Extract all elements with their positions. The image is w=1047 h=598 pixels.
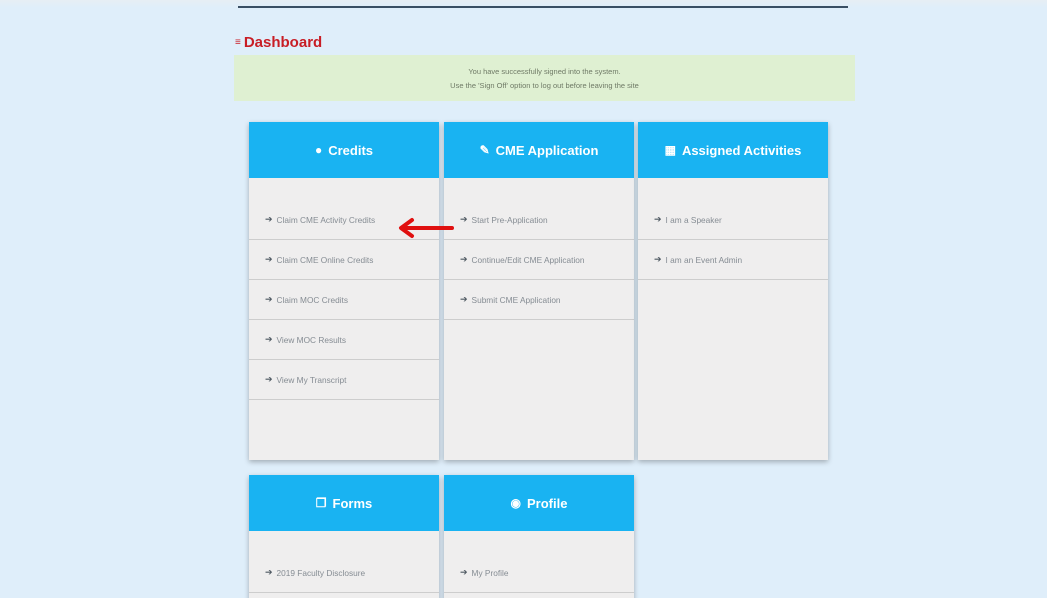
menu-item-i-am-an-event-admin[interactable]: ➔ I am an Event Admin <box>638 240 828 280</box>
menu-item-label: Start Pre-Application <box>471 214 548 225</box>
forms-card: ❐ Forms ➔ 2019 Faculty Disclosure <box>249 475 439 598</box>
credits-card: ● Credits ➔ Claim CME Activity Credits ➔… <box>249 122 439 460</box>
pencil-icon: ✎ <box>479 143 490 157</box>
callout-arrow-icon <box>399 218 454 238</box>
table-icon: ▦ <box>664 143 676 157</box>
menu-item-label: Continue/Edit CME Application <box>471 254 585 265</box>
menu-item-claim-cme-online-credits[interactable]: ➔ Claim CME Online Credits <box>249 240 439 280</box>
arrow-right-icon: ➔ <box>460 294 468 304</box>
menu-item-label: Claim MOC Credits <box>276 294 348 305</box>
arrow-right-icon: ➔ <box>265 254 273 264</box>
credits-card-title: Credits <box>328 142 374 158</box>
menu-item-2019-faculty-disclosure[interactable]: ➔ 2019 Faculty Disclosure <box>249 553 439 593</box>
cme-application-card: ✎ CME Application ➔ Start Pre-Applicatio… <box>444 122 634 460</box>
menu-item-claim-moc-credits[interactable]: ➔ Claim MOC Credits <box>249 280 439 320</box>
menu-item-label: My Profile <box>471 567 509 578</box>
assigned-activities-card: ▦ Assigned Activities ➔ I am a Speaker ➔… <box>638 122 828 460</box>
menu-item-label: I am an Event Admin <box>665 254 743 265</box>
arrow-right-icon: ➔ <box>460 214 468 224</box>
success-alert: You have successfully signed into the sy… <box>234 55 855 101</box>
top-divider <box>238 6 848 8</box>
menu-icon[interactable]: ≡ <box>235 37 241 48</box>
menu-item-label: 2019 Faculty Disclosure <box>276 567 366 578</box>
menu-item-continue-edit-cme-application[interactable]: ➔ Continue/Edit CME Application <box>444 240 634 280</box>
page-title: ≡ Dashboard <box>235 34 322 51</box>
credits-card-header: ● Credits <box>249 122 439 178</box>
menu-item-label: Claim CME Activity Credits <box>276 214 376 225</box>
arrow-right-icon: ➔ <box>265 334 273 344</box>
profile-card: ◉ Profile ➔ My Profile <box>444 475 634 598</box>
arrow-right-icon: ➔ <box>265 294 273 304</box>
menu-item-label: View My Transcript <box>276 374 347 385</box>
menu-item-i-am-a-speaker[interactable]: ➔ I am a Speaker <box>638 200 828 240</box>
menu-item-submit-cme-application[interactable]: ➔ Submit CME Application <box>444 280 634 320</box>
cme-application-card-header: ✎ CME Application <box>444 122 634 178</box>
arrow-right-icon: ➔ <box>265 214 273 224</box>
menu-item-start-pre-application[interactable]: ➔ Start Pre-Application <box>444 200 634 240</box>
arrow-right-icon: ➔ <box>460 254 468 264</box>
arrow-right-icon: ➔ <box>265 567 273 577</box>
cme-application-card-title: CME Application <box>495 142 599 158</box>
profile-card-header: ◉ Profile <box>444 475 634 531</box>
arrow-right-icon: ➔ <box>654 214 662 224</box>
menu-item-view-moc-results[interactable]: ➔ View MOC Results <box>249 320 439 360</box>
alert-line-2: Use the 'Sign Off' option to log out bef… <box>450 80 639 90</box>
arrow-right-icon: ➔ <box>265 374 273 384</box>
profile-card-title: Profile <box>527 495 568 511</box>
user-circle-icon: ◉ <box>510 496 521 510</box>
arrow-right-icon: ➔ <box>460 567 468 577</box>
arrow-right-icon: ➔ <box>654 254 662 264</box>
copy-icon: ❐ <box>315 496 327 510</box>
menu-item-view-my-transcript[interactable]: ➔ View My Transcript <box>249 360 439 400</box>
forms-card-header: ❐ Forms <box>249 475 439 531</box>
menu-item-label: Submit CME Application <box>471 294 561 305</box>
circle-icon: ● <box>314 143 323 157</box>
page-title-text: Dashboard <box>243 34 323 51</box>
menu-item-label: I am a Speaker <box>665 214 722 225</box>
menu-item-label: View MOC Results <box>276 334 347 345</box>
assigned-activities-card-header: ▦ Assigned Activities <box>638 122 828 178</box>
forms-card-title: Forms <box>332 495 373 511</box>
menu-item-label: Claim CME Online Credits <box>276 254 374 265</box>
assigned-activities-card-title: Assigned Activities <box>681 142 802 158</box>
alert-line-1: You have successfully signed into the sy… <box>468 66 621 76</box>
menu-item-my-profile[interactable]: ➔ My Profile <box>444 553 634 593</box>
